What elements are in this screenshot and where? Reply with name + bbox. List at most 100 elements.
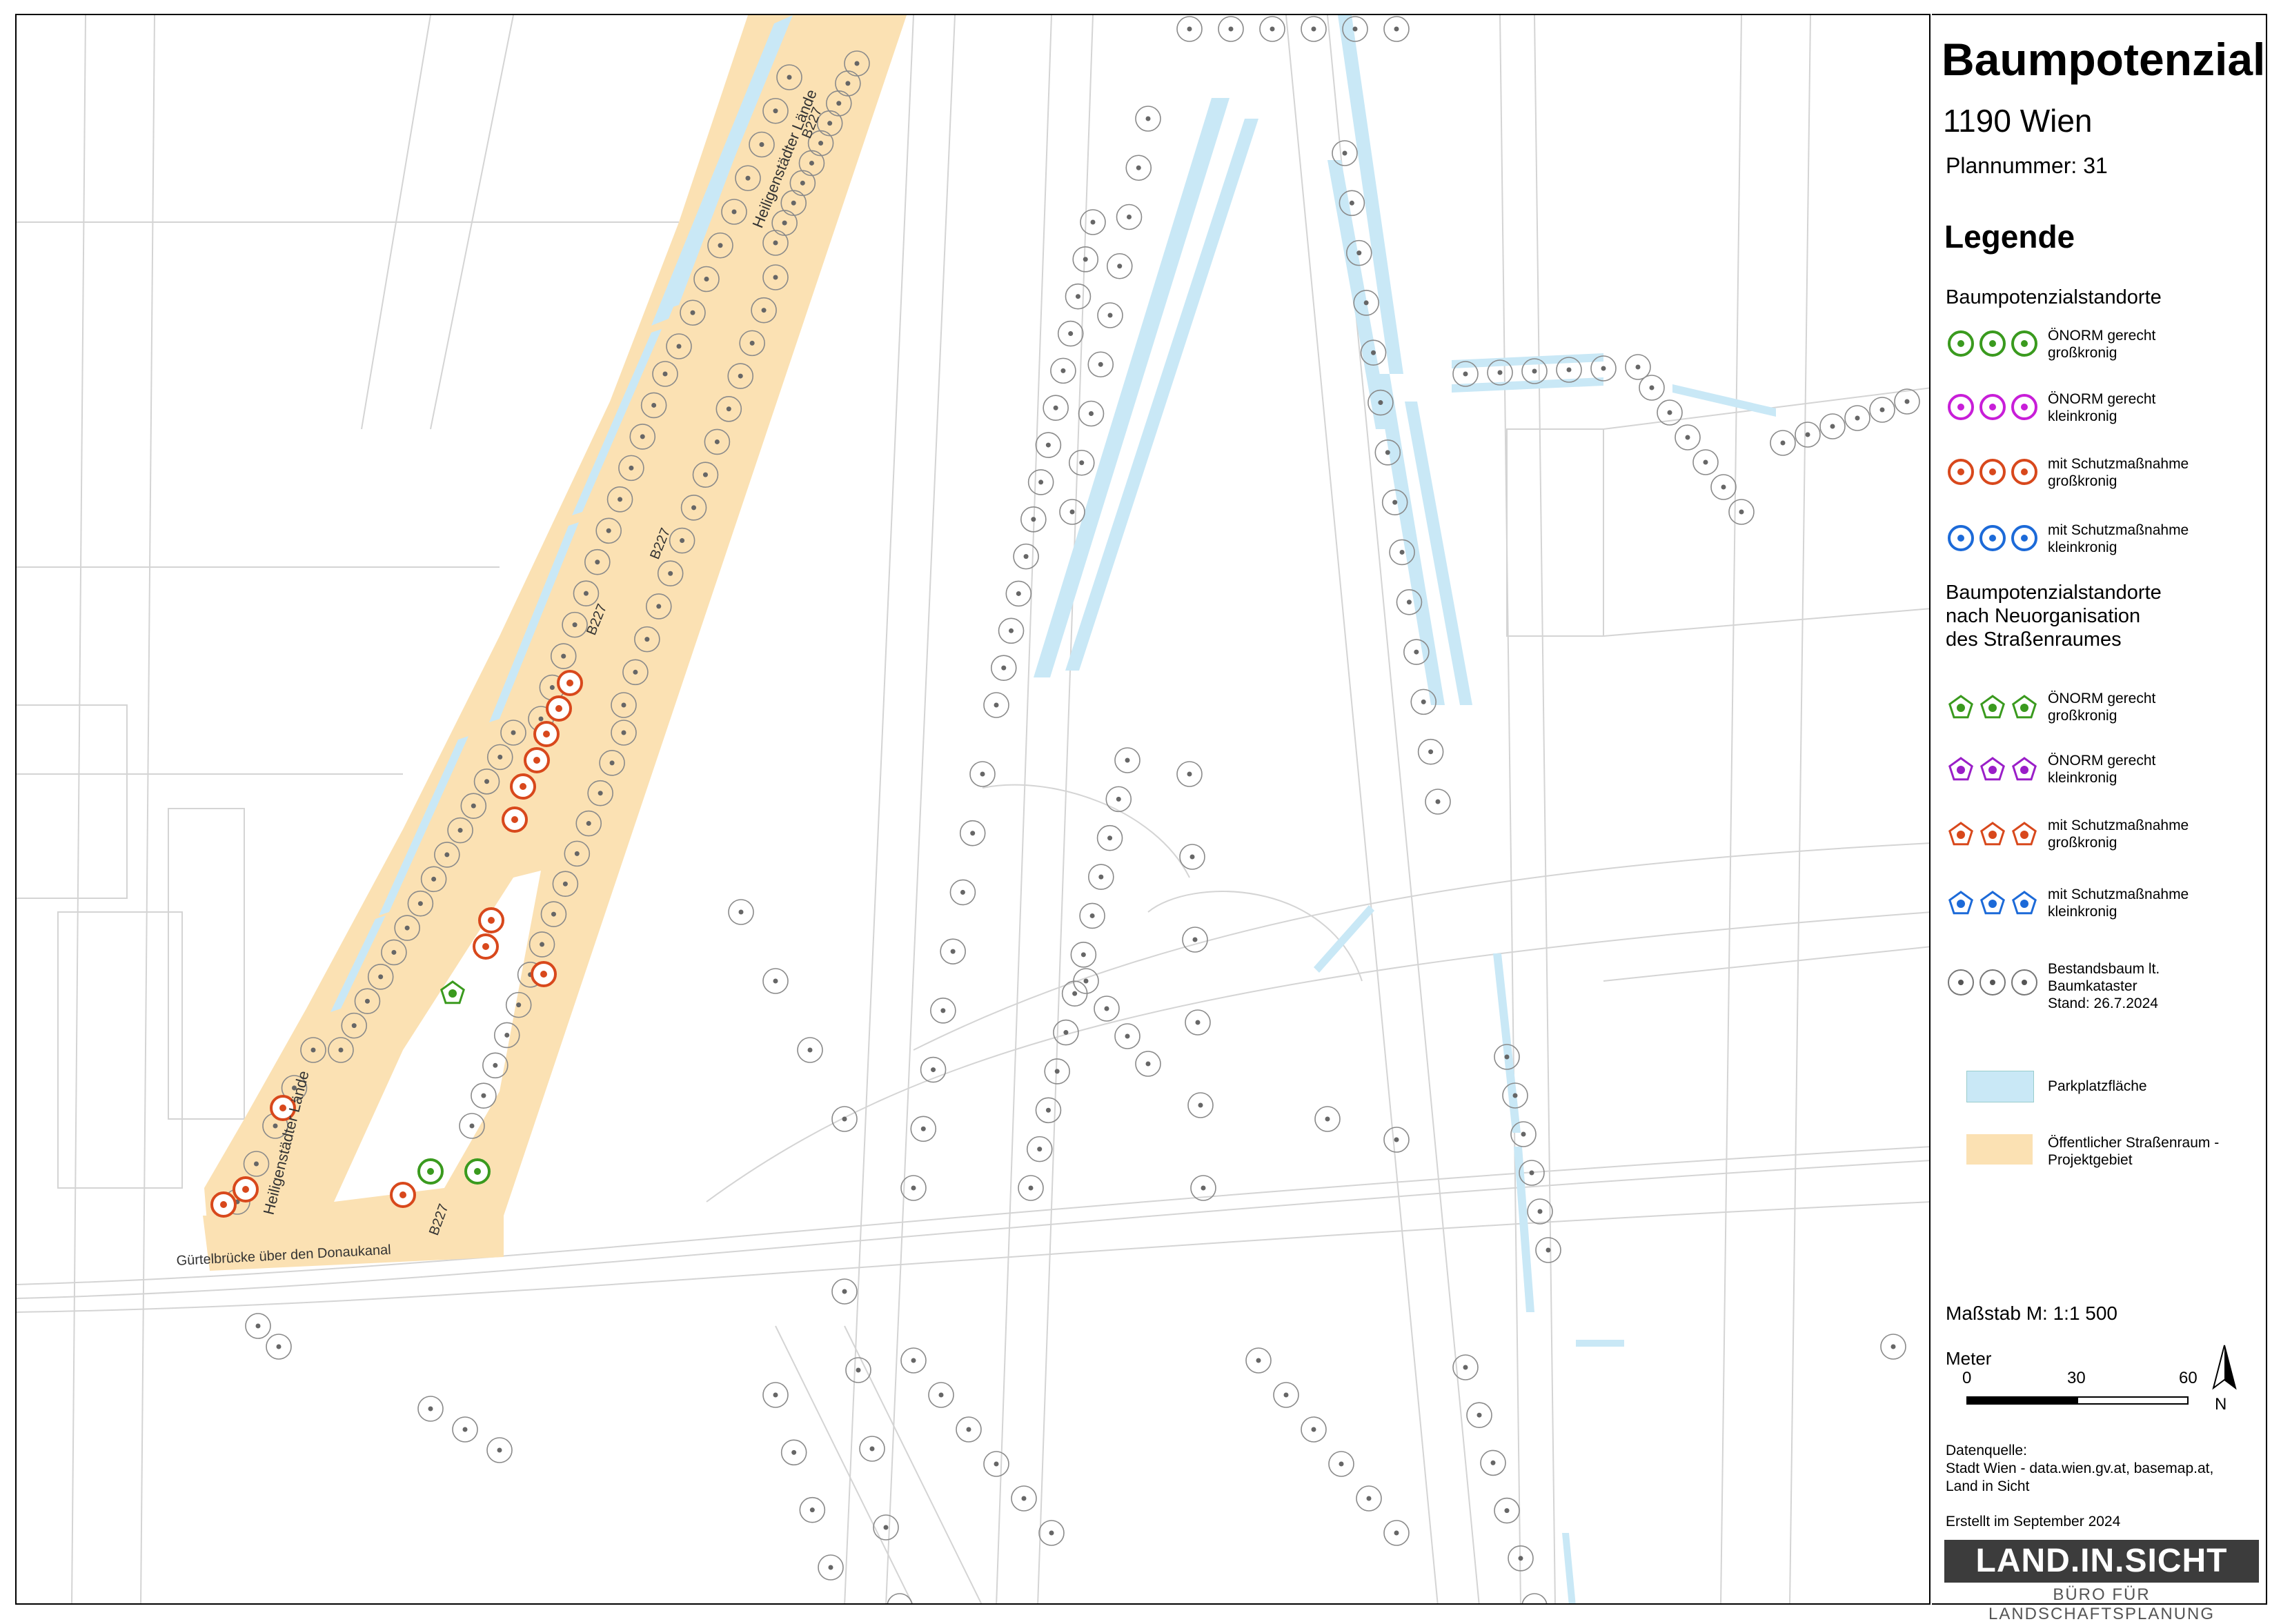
- basemap-line: [1720, 15, 1742, 1603]
- existing-tree-icon: [1105, 786, 1132, 813]
- existing-tree-icon: [1466, 1402, 1492, 1428]
- existing-tree-icon: [1383, 16, 1410, 42]
- scale-unit: Meter: [1946, 1348, 1992, 1369]
- scale-tick-0: 0: [1962, 1369, 1972, 1387]
- existing-tree-icon: [1383, 1127, 1410, 1153]
- legend-mark-center: [2020, 900, 2028, 908]
- existing-tree-icon: [1273, 1382, 1299, 1408]
- legend-mark-center: [1957, 535, 1964, 542]
- existing-tree-icon: [1043, 395, 1069, 422]
- basemap-line: [71, 15, 86, 1603]
- legend-mark-center: [1958, 980, 1964, 985]
- legend-mark-center: [1989, 404, 1996, 410]
- legend-item-parking: Parkplatzfläche: [1946, 1071, 2263, 1119]
- potential-tree-icon: [557, 670, 583, 696]
- legend-mark-center: [1957, 766, 1965, 774]
- existing-tree-icon: [1078, 400, 1105, 427]
- parking-swatch: [1966, 1071, 2034, 1102]
- legend-section-potential: Baumpotenzialstandorte: [1946, 286, 2162, 308]
- map-subtitle: 1190 Wien: [1943, 103, 2093, 139]
- existing-tree-icon: [900, 1175, 927, 1201]
- legend-item-onorm-small: ÖNORM gerecht kleinkronig: [1946, 390, 2263, 439]
- existing-tree-icon: [1005, 580, 1032, 607]
- company-logo: LAND.IN.SICHT: [1944, 1540, 2259, 1583]
- basemap-line: [1534, 15, 1556, 1603]
- existing-tree-icon: [1057, 320, 1084, 347]
- existing-tree-icon: [1535, 1237, 1561, 1263]
- existing-tree-icon: [1625, 354, 1651, 380]
- legend-item-street: Öffentlicher Straßenraum - Projektgebiet: [1946, 1134, 2263, 1182]
- company-logo-subtitle: BÜRO FÜR LANDSCHAFTSPLANUNG: [1988, 1585, 2215, 1623]
- legend-item-protect-large: mit Schutzmaßnahme großkronig: [1946, 455, 2263, 504]
- basemap-line: [1603, 946, 1929, 982]
- existing-tree-icon: [1218, 16, 1244, 42]
- existing-tree-icon: [1087, 351, 1114, 378]
- basemap-line: [1789, 15, 1811, 1603]
- legend-mark-center: [1957, 900, 1965, 908]
- existing-tree-icon: [1135, 1051, 1161, 1077]
- existing-tree-icon: [417, 1396, 444, 1422]
- existing-tree-icon: [1675, 424, 1701, 450]
- existing-tree-icon: [1013, 543, 1039, 570]
- potential-tree-icon: [531, 961, 557, 987]
- legend-mark-center: [2021, 468, 2028, 475]
- parking-strip: [1672, 384, 1776, 417]
- basemap-line: [140, 15, 155, 1603]
- potential-tree-icon: [510, 773, 536, 800]
- legend-item-onorm-large: ÖNORM gerecht großkronig: [1946, 327, 2263, 375]
- legend-symbol-circle-orange: [1948, 459, 2037, 485]
- legend-mark-center: [1989, 535, 1996, 542]
- existing-tree-icon: [1088, 864, 1114, 890]
- existing-tree-icon: [1038, 1520, 1065, 1546]
- map-canvas[interactable]: Heiligenstädter Lände Heiligenstädter Lä…: [15, 14, 1931, 1605]
- basemap-line: [1037, 15, 1094, 1603]
- existing-tree-icon: [1176, 16, 1203, 42]
- existing-tree-icon: [1106, 252, 1133, 279]
- existing-tree-icon: [1259, 16, 1285, 42]
- existing-tree-icon: [1011, 1485, 1037, 1512]
- street-swatch: [1966, 1134, 2033, 1165]
- existing-tree-icon: [1383, 1520, 1410, 1546]
- basemap-lines: [17, 15, 1929, 1603]
- existing-tree-icon: [486, 1437, 513, 1463]
- north-arrow-icon: [2212, 1345, 2237, 1390]
- legend-item-reorg-protect-large: mit Schutzmaßnahme großkronig: [1946, 817, 2263, 865]
- street-project-area: [204, 15, 907, 1257]
- existing-tree-icon: [1356, 1485, 1382, 1512]
- existing-tree-icon: [928, 1382, 954, 1408]
- legend-symbol-circle-green: [1948, 330, 2037, 357]
- legend-symbol-existing-tree: [1948, 969, 2037, 996]
- existing-tree-icon: [1245, 1347, 1272, 1374]
- existing-tree-icon: [452, 1416, 478, 1443]
- potential-tree-icon: [464, 1158, 491, 1185]
- scale-bar-segment: [1968, 1398, 2078, 1403]
- legend-mark-center: [1957, 404, 1964, 410]
- existing-tree-icon: [1068, 449, 1095, 476]
- legend-mark-center: [1988, 704, 1997, 712]
- existing-tree-icon: [1059, 499, 1085, 525]
- legend-heading: Legende: [1944, 219, 2075, 255]
- basemap-line: [775, 1325, 914, 1603]
- existing-tree-icon: [1301, 1416, 1327, 1443]
- existing-tree-icon: [1125, 155, 1152, 181]
- potential-tree-icon: [533, 721, 560, 747]
- legend-mark-center: [1957, 340, 1964, 347]
- basemap-line: [1285, 15, 1439, 1603]
- legend-mark-center: [2021, 340, 2028, 347]
- basemap-line: [996, 15, 1052, 1603]
- existing-tree-icon: [940, 938, 966, 964]
- basemap-line: [17, 704, 128, 899]
- existing-tree-icon: [900, 1347, 927, 1374]
- existing-tree-icon: [1770, 430, 1796, 456]
- existing-tree-icon: [1869, 397, 1895, 423]
- parking-strip: [1338, 15, 1403, 374]
- map-title: Baumpotenzial: [1942, 34, 2266, 85]
- legend-item-protect-small: mit Schutzmaßnahme kleinkronig: [1946, 522, 2263, 570]
- existing-tree-icon: [1417, 738, 1444, 765]
- created-date: Erstellt im September 2024: [1946, 1514, 2121, 1529]
- existing-tree-icon: [1179, 844, 1205, 870]
- legend-item-existing-tree: Bestandsbaum lt. Baumkataster Stand: 26.7.…: [1946, 960, 2263, 1022]
- scale-bar: [1966, 1396, 2189, 1405]
- potential-tree-icon: [210, 1191, 237, 1218]
- legend-mark-center: [1988, 900, 1997, 908]
